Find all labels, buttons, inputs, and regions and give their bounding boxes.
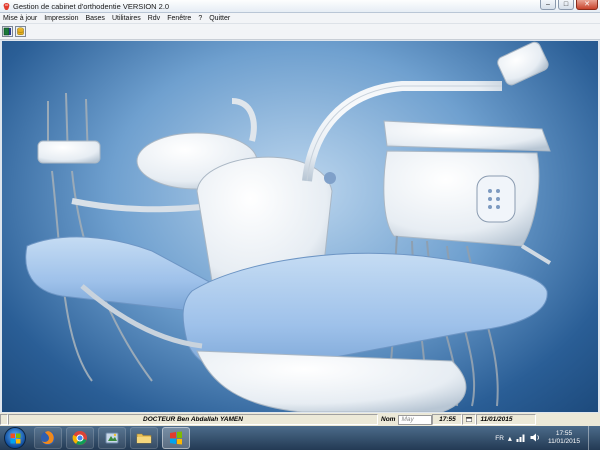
menu-impression[interactable]: Impression	[44, 15, 78, 22]
menu-mise-a-jour[interactable]: Mise à jour	[3, 15, 37, 22]
menu-help[interactable]: ?	[198, 15, 202, 22]
title-bar: Gestion de cabinet d'orthodentie VERSION…	[0, 0, 600, 13]
window-controls: – □ ✕	[540, 0, 598, 10]
clock-date: 11/01/2015	[547, 438, 580, 445]
taskbar: FR ▴ 17:55 11/01/2015	[0, 426, 600, 450]
start-button[interactable]	[4, 427, 26, 449]
doctor-name: DOCTEUR Ben Abdallah YAMEN	[8, 414, 378, 425]
windows-explorer-icon[interactable]	[98, 427, 126, 449]
show-hidden-icons-icon[interactable]: ▴	[508, 434, 512, 443]
menu-fenetre[interactable]: Fenêtre	[167, 15, 191, 22]
toolbar	[0, 24, 600, 40]
clock-time: 17:55	[555, 430, 573, 437]
status-bar: DOCTEUR Ben Abdallah YAMEN Nom May 17:55…	[0, 413, 600, 426]
chrome-icon[interactable]	[66, 427, 94, 449]
menu-quitter[interactable]: Quitter	[209, 15, 230, 22]
system-tray: FR ▴ 17:55 11/01/2015	[495, 426, 596, 450]
app-window-icon[interactable]	[162, 427, 190, 449]
minimize-button[interactable]: –	[540, 0, 556, 10]
close-button[interactable]: ✕	[576, 0, 598, 10]
dental-chair-image	[2, 41, 598, 412]
app-icon	[2, 2, 11, 11]
nom-label: Nom	[381, 416, 396, 423]
menu-rdv[interactable]: Rdv	[148, 15, 160, 22]
status-time: 17:55	[432, 414, 463, 425]
nom-field[interactable]: May	[398, 414, 433, 425]
maximize-button[interactable]: □	[558, 0, 574, 10]
calendar-icon[interactable]	[462, 414, 477, 425]
exit-door-icon[interactable]	[2, 26, 13, 37]
database-icon[interactable]	[15, 26, 26, 37]
menu-utilitaires[interactable]: Utilitaires	[112, 15, 141, 22]
window-title: Gestion de cabinet d'orthodentie VERSION…	[13, 1, 170, 11]
language-indicator[interactable]: FR	[495, 435, 504, 442]
taskbar-clock[interactable]: 17:55 11/01/2015	[548, 430, 580, 446]
network-icon[interactable]	[516, 433, 526, 444]
volume-icon[interactable]	[530, 433, 540, 444]
menu-bar: Mise à jour Impression Bases Utilitaires…	[0, 13, 600, 24]
menu-bases[interactable]: Bases	[85, 15, 104, 22]
folder-icon[interactable]	[130, 427, 158, 449]
status-spacer	[0, 414, 8, 425]
firefox-icon[interactable]	[34, 427, 62, 449]
show-desktop-button[interactable]	[588, 426, 596, 450]
status-date: 11/01/2015	[476, 414, 537, 425]
